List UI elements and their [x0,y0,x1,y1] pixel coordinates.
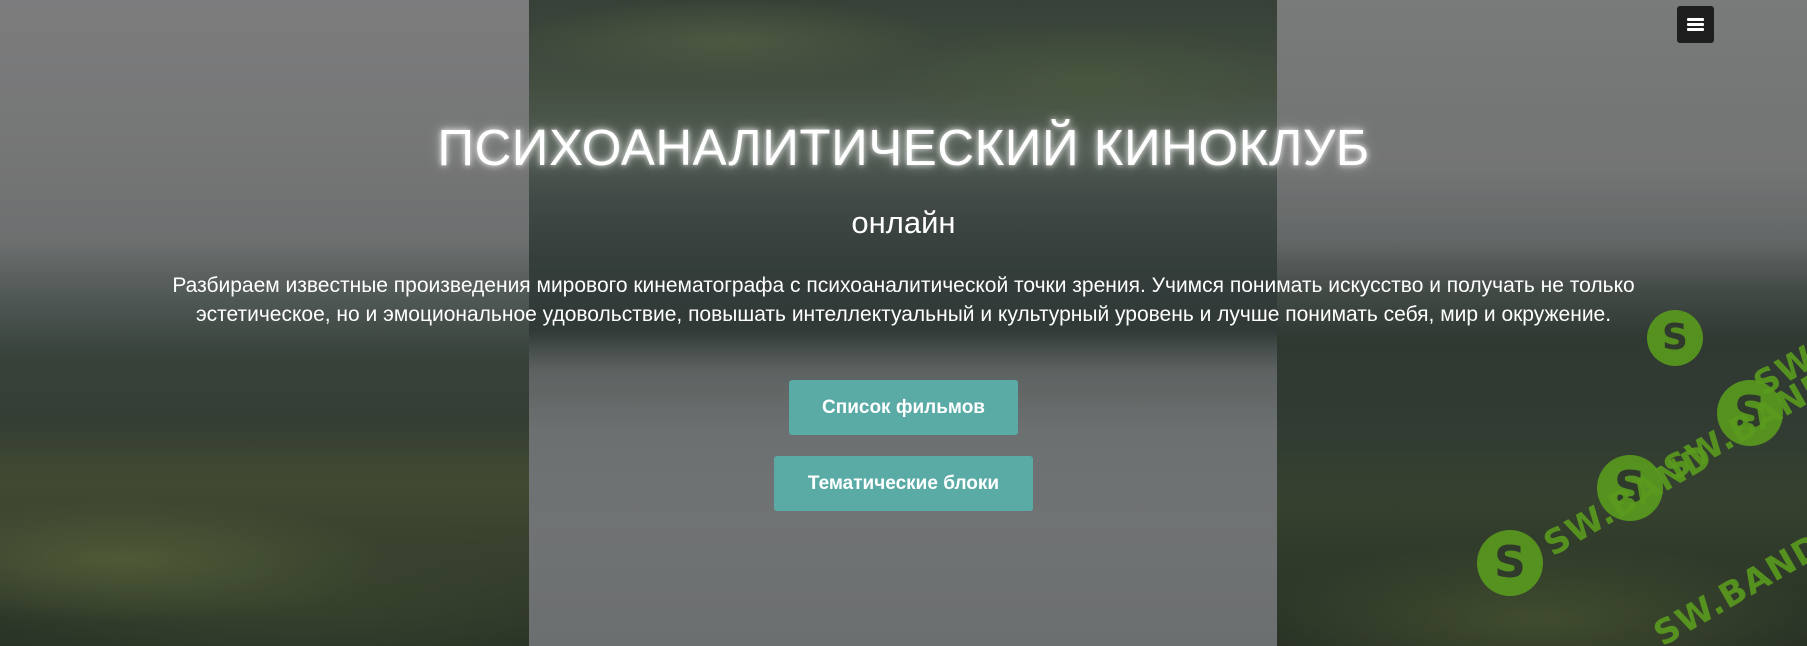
hero-section: S S S S SW.BAND SW.BAND SW.BAND SW.BAND … [0,0,1807,646]
page-title: ПСИХОАНАЛИТИЧЕСКИЙ КИНОКЛУБ [437,119,1370,176]
page-subtitle: онлайн [851,205,956,240]
film-list-button[interactable]: Список фильмов [789,380,1018,435]
thematic-blocks-button[interactable]: Тематические блоки [774,456,1033,511]
hero-content: ПСИХОАНАЛИТИЧЕСКИЙ КИНОКЛУБ онлайн Разби… [0,0,1807,646]
hero-description: Разбираем известные произведения мировог… [172,274,1635,326]
